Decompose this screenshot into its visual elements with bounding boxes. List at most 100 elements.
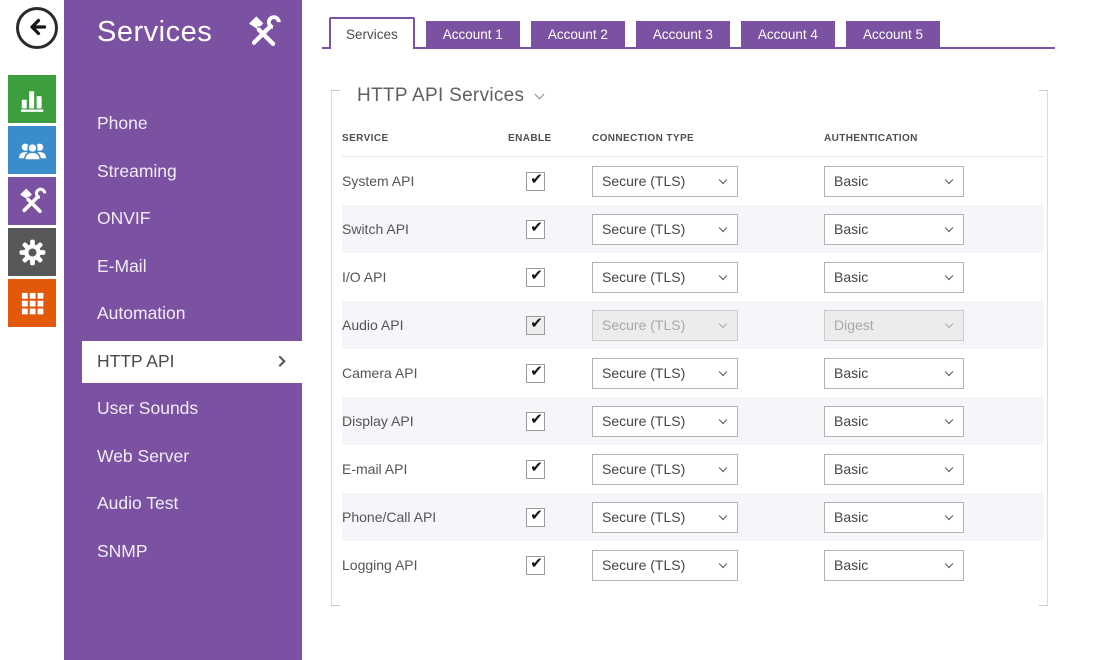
chevron-right-icon [274, 355, 285, 366]
checkmark-icon: ✔ [530, 268, 543, 283]
sidebar-item-automation[interactable]: Automation [64, 290, 302, 338]
table-row-i-o-api: I/O API ✔ Secure (TLS) [342, 253, 1044, 301]
tab-account-4[interactable]: Account 4 [741, 21, 835, 47]
sidebar: Services Phone Streaming ONVIF E-Mail Au… [64, 0, 302, 660]
connection-type-select[interactable]: Secure (TLS) [592, 454, 738, 485]
checkmark-icon: ✔ [530, 508, 543, 523]
authentication-value: Basic [834, 173, 868, 189]
authentication-value: Basic [834, 365, 868, 381]
authentication-value: Basic [834, 221, 868, 237]
enable-checkbox[interactable]: ✔ [526, 172, 545, 191]
authentication-value: Digest [834, 317, 874, 333]
tab-label: Account 3 [653, 27, 713, 42]
tab-account-1[interactable]: Account 1 [426, 21, 520, 47]
checkmark-icon: ✔ [530, 220, 543, 235]
sidebar-item-phone[interactable]: Phone [64, 100, 302, 148]
page-title: Services [97, 16, 212, 49]
service-label: Camera API [342, 365, 508, 381]
col-header-service: SERVICE [342, 133, 508, 144]
tab-account-2[interactable]: Account 2 [531, 21, 625, 47]
panel-corner [1039, 90, 1048, 91]
chevron-down-icon [945, 511, 953, 519]
tab-account-5[interactable]: Account 5 [846, 21, 940, 47]
sidebar-item-label: SNMP [97, 541, 148, 562]
enable-checkbox[interactable]: ✔ [526, 556, 545, 575]
connection-type-select[interactable]: Secure (TLS) [592, 550, 738, 581]
sidebar-item-onvif[interactable]: ONVIF [64, 195, 302, 243]
connection-type-value: Secure (TLS) [602, 509, 685, 525]
section-title[interactable]: HTTP API Services [332, 83, 543, 109]
nav-tile-grid-icon[interactable] [8, 279, 56, 327]
enable-checkbox[interactable]: ✔ [526, 460, 545, 479]
service-label: I/O API [342, 269, 508, 285]
chevron-down-icon [719, 511, 727, 519]
users-icon [16, 134, 49, 167]
back-button[interactable] [16, 7, 58, 49]
sidebar-item-snmp[interactable]: SNMP [64, 528, 302, 576]
nav-tile-bar-chart-icon[interactable] [8, 75, 56, 123]
connection-type-select[interactable]: Secure (TLS) [592, 502, 738, 533]
authentication-value: Basic [834, 509, 868, 525]
authentication-select[interactable]: Basic [824, 454, 964, 485]
connection-type-select[interactable]: Secure (TLS) [592, 214, 738, 245]
authentication-select[interactable]: Basic [824, 502, 964, 533]
tab-services[interactable]: Services [329, 17, 415, 49]
nav-tile-gear-icon[interactable] [8, 228, 56, 276]
connection-type-select[interactable]: Secure (TLS) [592, 358, 738, 389]
sidebar-item-label: ONVIF [97, 208, 150, 229]
tab-label: Account 2 [548, 27, 608, 42]
sidebar-item-user-sounds[interactable]: User Sounds [64, 385, 302, 433]
enable-checkbox[interactable]: ✔ [526, 412, 545, 431]
connection-type-value: Secure (TLS) [602, 461, 685, 477]
authentication-select[interactable]: Basic [824, 262, 964, 293]
enable-checkbox[interactable]: ✔ [526, 220, 545, 239]
tab-label: Account 4 [758, 27, 818, 42]
authentication-value: Basic [834, 269, 868, 285]
enable-checkbox[interactable]: ✔ [526, 316, 545, 335]
connection-type-select[interactable]: Secure (TLS) [592, 406, 738, 437]
connection-type-select[interactable]: Secure (TLS) [592, 166, 738, 197]
chevron-down-icon [535, 90, 545, 100]
sidebar-item-web-server[interactable]: Web Server [64, 433, 302, 481]
chevron-down-icon [945, 271, 953, 279]
checkmark-icon: ✔ [530, 460, 543, 475]
table-row-phone-call-api: Phone/Call API ✔ Secure (TLS) [342, 493, 1044, 541]
service-label: Phone/Call API [342, 509, 508, 525]
service-label: Logging API [342, 557, 508, 573]
tab-account-3[interactable]: Account 3 [636, 21, 730, 47]
panel-corner [1039, 605, 1048, 606]
authentication-select[interactable]: Basic [824, 358, 964, 389]
nav-tile-users-icon[interactable] [8, 126, 56, 174]
enable-checkbox[interactable]: ✔ [526, 364, 545, 383]
authentication-select[interactable]: Basic [824, 550, 964, 581]
authentication-select[interactable]: Basic [824, 166, 964, 197]
sidebar-item-label: Automation [97, 303, 186, 324]
sidebar-item-streaming[interactable]: Streaming [64, 148, 302, 196]
enable-checkbox[interactable]: ✔ [526, 508, 545, 527]
sidebar-item-label: Audio Test [97, 493, 178, 514]
enable-checkbox[interactable]: ✔ [526, 268, 545, 287]
sidebar-item-label: Web Server [97, 446, 189, 467]
service-label: Display API [342, 413, 508, 429]
connection-type-value: Secure (TLS) [602, 317, 685, 333]
sidebar-item-audio-test[interactable]: Audio Test [64, 480, 302, 528]
sidebar-item-e-mail[interactable]: E-Mail [64, 243, 302, 291]
section-title-text: HTTP API Services [357, 85, 524, 107]
authentication-select[interactable]: Digest [824, 310, 964, 341]
sidebar-item-http-api[interactable]: HTTP API [82, 341, 302, 383]
connection-type-select[interactable]: Secure (TLS) [592, 310, 738, 341]
nav-tile-tools-icon[interactable] [8, 177, 56, 225]
authentication-select[interactable]: Basic [824, 406, 964, 437]
service-label: System API [342, 173, 508, 189]
col-header-connection-type: CONNECTION TYPE [592, 133, 824, 144]
connection-type-select[interactable]: Secure (TLS) [592, 262, 738, 293]
gear-icon [16, 236, 49, 269]
table-row-logging-api: Logging API ✔ Secure (TLS) [342, 541, 1044, 589]
nav-tiles [8, 75, 56, 327]
authentication-value: Basic [834, 413, 868, 429]
sidebar-item-label: User Sounds [97, 398, 198, 419]
checkmark-icon: ✔ [530, 412, 543, 427]
chevron-down-icon [945, 463, 953, 471]
authentication-select[interactable]: Basic [824, 214, 964, 245]
tools-icon [244, 12, 284, 52]
